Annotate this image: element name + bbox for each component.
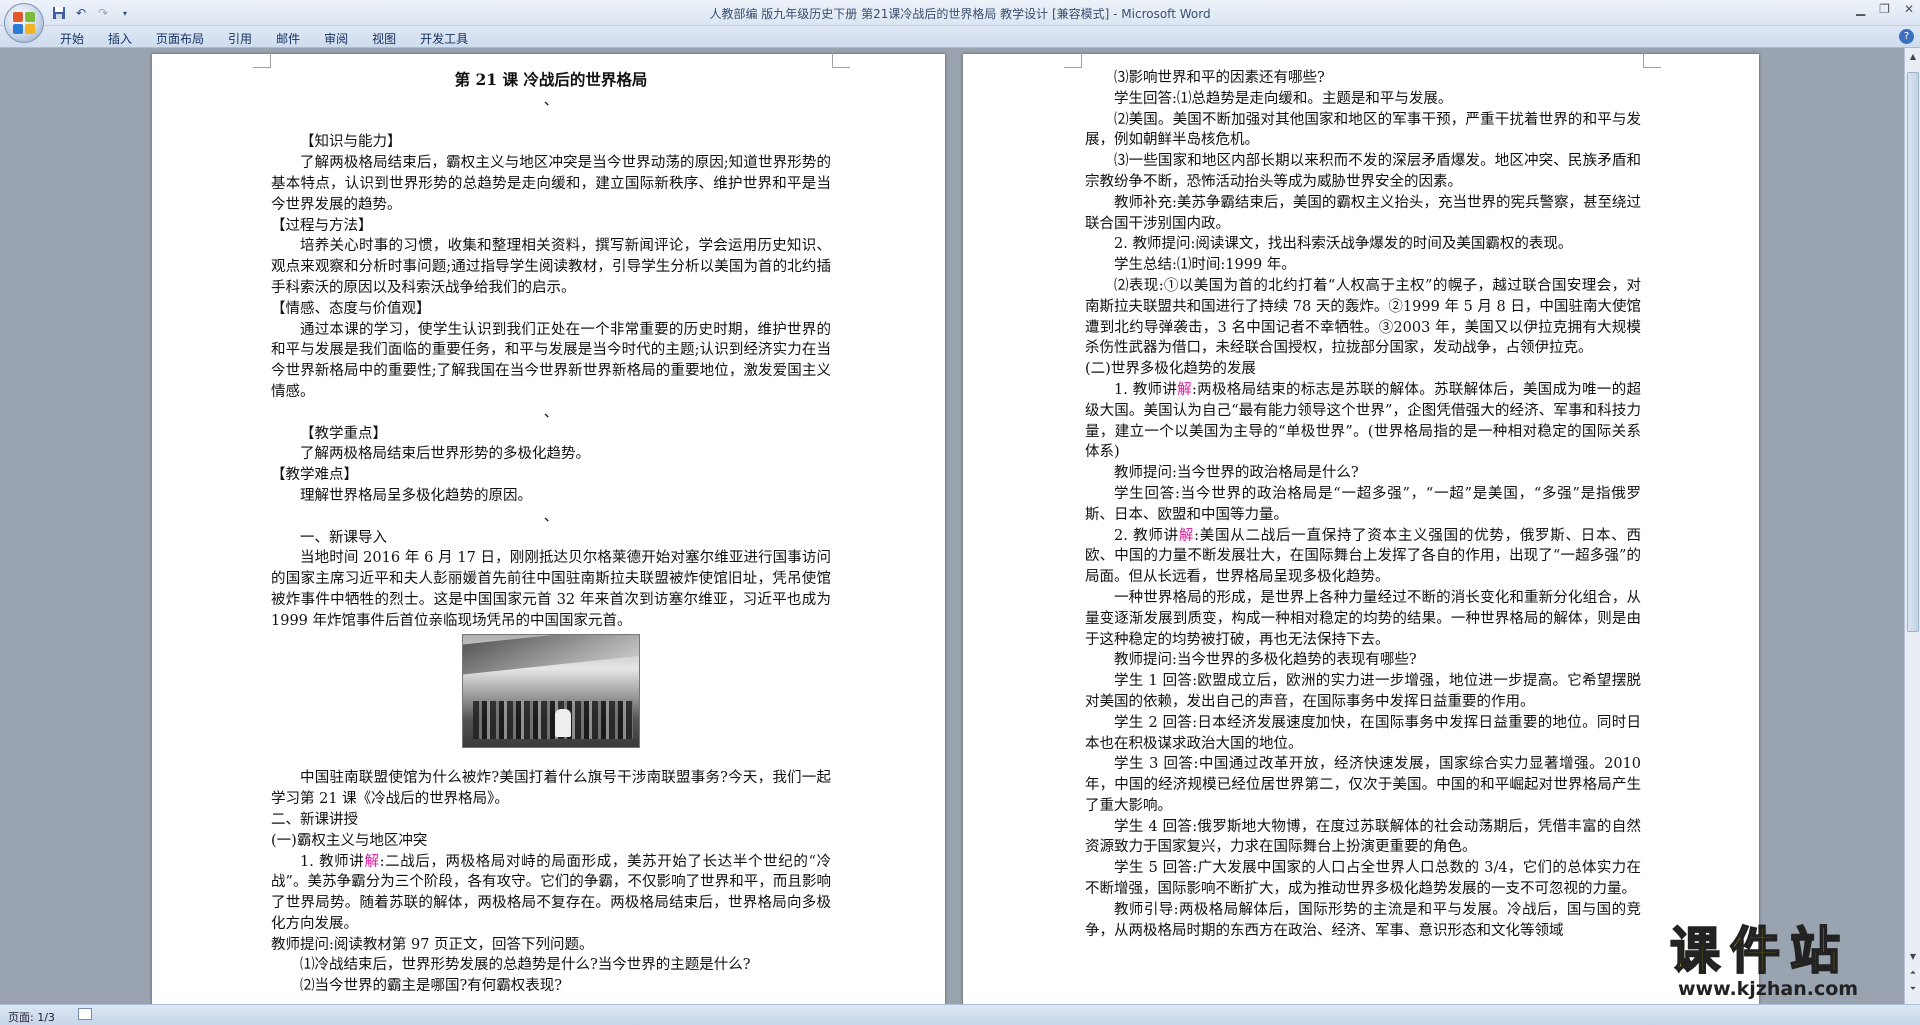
blank-line: 、 [543,404,559,421]
paragraph-formation: 一种世界格局的形成，是世界上各种力量经过不断的消长变化和重新分化组合，从量变逐渐… [1085,589,1641,648]
question-1: ⑴冷战结束后，世界形势发展的总趋势是什么?当今世界的主题是什么? [300,957,751,974]
watermark-text: 课件站 [1669,922,1850,980]
heading-process: 【过程与方法】 [271,217,373,234]
tab-page-layout[interactable]: 页面布局 [144,29,216,47]
blank-line: 、 [543,92,559,109]
answer-2: ⑵美国。美国不断加强对其他国家和地区的军事干预，严重干扰着世界的和平与发展，例如… [1085,111,1641,149]
paragraph-intro: 当地时间 2016 年 6 月 17 日，刚刚抵达贝尔格莱德开始对塞尔维亚进行国… [271,550,831,629]
window-controls: ▁ ❐ ✕ [1856,2,1914,16]
question-3: ⑶影响世界和平的因素还有哪些? [1114,70,1325,86]
ribbon: 开始 插入 页面布局 引用 邮件 审阅 视图 开发工具 ? [0,26,1920,48]
paragraph-teacher-explain-3: 1. 教师讲解:两极格局结束的标志是苏联的解体。苏联解体后，美国成为唯一的超级大… [1085,380,1641,463]
document-page-2[interactable]: ⑶影响世界和平的因素还有哪些? 学生回答:⑴总趋势是走向缓和。主题是和平与发展。… [963,50,1759,1004]
paragraph-emotion: 通过本课的学习，使学生认识到我们正处在一个非常重要的历史时期，维护世界的和平与发… [271,321,831,400]
student-5-answer: 学生 5 回答:广大发展中国家的人口占全世界人口总数的 3/4，它们的总体实力在… [1085,860,1641,898]
heading-key-point: 【教学重点】 [300,425,387,442]
tab-view[interactable]: 视图 [360,29,408,47]
tab-references[interactable]: 引用 [216,29,264,47]
document-area[interactable]: 第 21 课 冷战后的世界格局 、 【知识与能力】 了解两极格局结束后，霸权主义… [0,48,1904,1004]
help-icon[interactable]: ? [1899,29,1914,44]
paragraph-question: 中国驻南联盟使馆为什么被炸?美国打着什么旗号干涉南联盟事务?今天，我们一起学习第… [271,770,831,808]
answer-3: ⑶一些国家和地区内部长期以来积而不发的深层矛盾爆发。地区冲突、民族矛盾和宗教纷争… [1085,153,1641,190]
ribbon-tabs: 开始 插入 页面布局 引用 邮件 审阅 视图 开发工具 [48,29,480,47]
office-logo-icon [13,12,35,34]
scroll-up-icon[interactable]: ▲ [1907,52,1919,64]
highlighted-text: 解 [1178,527,1195,544]
proofing-icon[interactable] [78,1008,92,1020]
window-title: 人教部编 版九年级历史下册 第21课冷战后的世界格局 教学设计 [兼容模式] -… [709,7,1211,21]
student-1-answer: 学生 1 回答:欧盟成立后，欧洲的实力进一步增强，地位进一步提高。它希望摆脱对美… [1085,673,1641,710]
margin-corner [253,50,271,68]
teacher-guide: 教师引导:两极格局解体后，国际形势的主流是和平与发展。冷战后，国与国的竞争，从两… [1085,901,1641,939]
photo-roof [463,634,639,676]
teacher-question-multipolar: 教师提问:当今世界的多极化趋势的表现有哪些? [1114,652,1417,669]
blank-line: 、 [543,508,559,525]
student-3-answer: 学生 3 回答:中国通过改革开放，经济快速发展，国家综合实力显著增强。2010 … [1085,756,1641,814]
paragraph-key-point: 了解两极格局结束后世界形势的多极化趋势。 [300,446,590,463]
paragraph-difficulty: 理解世界格局呈多极化趋势的原因。 [300,487,532,504]
page-1-text: 第 21 课 冷战后的世界格局 、 【知识与能力】 了解两极格局结束后，霸权主义… [271,68,831,997]
paragraph-knowledge: 了解两极格局结束后，霸权主义与地区冲突是当今世界动荡的原因;知道世界形势的基本特… [271,155,831,213]
question-2: ⑵当今世界的霸主是哪国?有何霸权表现? [300,978,563,995]
heading-intro: 一、新课导入 [300,529,387,546]
vertical-scrollbar[interactable]: ▲ ▼ ⏶ ⏷ [1904,48,1920,1004]
highlighted-text: 解 [1177,381,1192,398]
minimize-icon[interactable]: ▁ [1856,2,1865,16]
answer-1: 学生回答:⑴总趋势是走向缓和。主题是和平与发展。 [1114,90,1453,107]
paragraph-teacher-explain-1: 1. 教师讲解:二战后，两极格局对峙的局面形成，美苏开始了长达半个世纪的“冷战”… [271,852,831,935]
photo-crowd [473,700,633,739]
margin-corner [1643,50,1661,68]
heading-multipolar: (二)世界多极化趋势的发展 [1085,361,1256,378]
scrollbar-thumb[interactable] [1907,72,1919,632]
restore-icon[interactable]: ❐ [1879,2,1890,16]
photo-wreath [555,708,571,737]
office-button[interactable] [4,3,44,43]
teacher-question-politics: 教师提问:当今世界的政治格局是什么? [1114,465,1359,482]
tab-mailings[interactable]: 邮件 [264,29,312,47]
paragraph-process: 培养关心时事的习惯，收集和整理相关资料，撰写新闻评论，学会运用历史知识、观点来观… [271,238,831,296]
teacher-supplement: 教师补充:美苏争霸结束后，美国的霸权主义抬头，充当世界的宪兵警察，甚至绕过联合国… [1085,194,1641,232]
watermark-url: www.kjzhan.com [1678,978,1859,1000]
document-page-1[interactable]: 第 21 课 冷战后的世界格局 、 【知识与能力】 了解两极格局结束后，霸权主义… [152,50,945,1004]
page-2-text: ⑶影响世界和平的因素还有哪些? 学生回答:⑴总趋势是走向缓和。主题是和平与发展。… [1085,68,1641,941]
tab-insert[interactable]: 插入 [96,29,144,47]
heading-emotion: 【情感、态度与价值观】 [271,300,431,317]
heading-difficulty: 【教学难点】 [271,467,358,484]
teacher-question-2: 2. 教师提问:阅读课文，找出科索沃战争爆发的时间及美国霸权的表现。 [1114,236,1573,253]
tab-home[interactable]: 开始 [48,29,96,47]
tab-developer[interactable]: 开发工具 [408,29,480,47]
heading-hegemony: (一)霸权主义与地区冲突 [271,832,428,849]
page-count[interactable]: 页面: 1/3 [8,1009,55,1025]
text-run: 2. 教师讲 [1114,527,1179,544]
margin-corner [1064,50,1082,68]
title-bar: ↶ ↷ ▾ 人教部编 版九年级历史下册 第21课冷战后的世界格局 教学设计 [兼… [0,0,1920,43]
tab-review[interactable]: 审阅 [312,29,360,47]
student-summary: 学生总结:⑴时间:1999 年。 [1114,257,1296,274]
status-bar: 页面: 1/3 [0,1004,1920,1025]
student-2-answer: 学生 2 回答:日本经济发展速度加快，在国际事务中发挥日益重要的地位。同时日本也… [1085,714,1641,752]
student-4-answer: 学生 4 回答:俄罗斯地大物博，在度过苏联解体的社会动荡期后，凭借丰富的自然资源… [1085,818,1641,856]
student-summary-2: ⑵表现:①以美国为首的北约打着“人权高于主权”的幌子，越过联合国安理会，对南斯拉… [1085,277,1641,357]
heading-knowledge: 【知识与能力】 [300,134,402,151]
student-answer-politics: 学生回答:当今世界的政治格局是“一超多强”，“一超”是美国，“多强”是指俄罗斯、… [1085,485,1641,523]
lesson-title: 第 21 课 冷战后的世界格局 [454,70,648,89]
close-icon[interactable]: ✕ [1904,2,1914,16]
kjzhan-watermark-logo: 课件站 www.kjzhan.com [1669,922,1910,1004]
heading-new-lesson: 二、新课讲授 [271,811,358,828]
text-run: 1. 教师讲 [300,853,365,870]
highlighted-text: 解 [364,853,380,870]
margin-corner [832,50,850,68]
paragraph-teacher-question: 教师提问:阅读教材第 97 页正文，回答下列问题。 [271,936,594,953]
text-run: 1. 教师讲 [1114,381,1178,398]
paragraph-teacher-explain-4: 2. 教师讲解:美国从二战后一直保持了资本主义强国的优势，俄罗斯、日本、西欧、中… [1085,526,1641,588]
news-photo [462,633,640,748]
